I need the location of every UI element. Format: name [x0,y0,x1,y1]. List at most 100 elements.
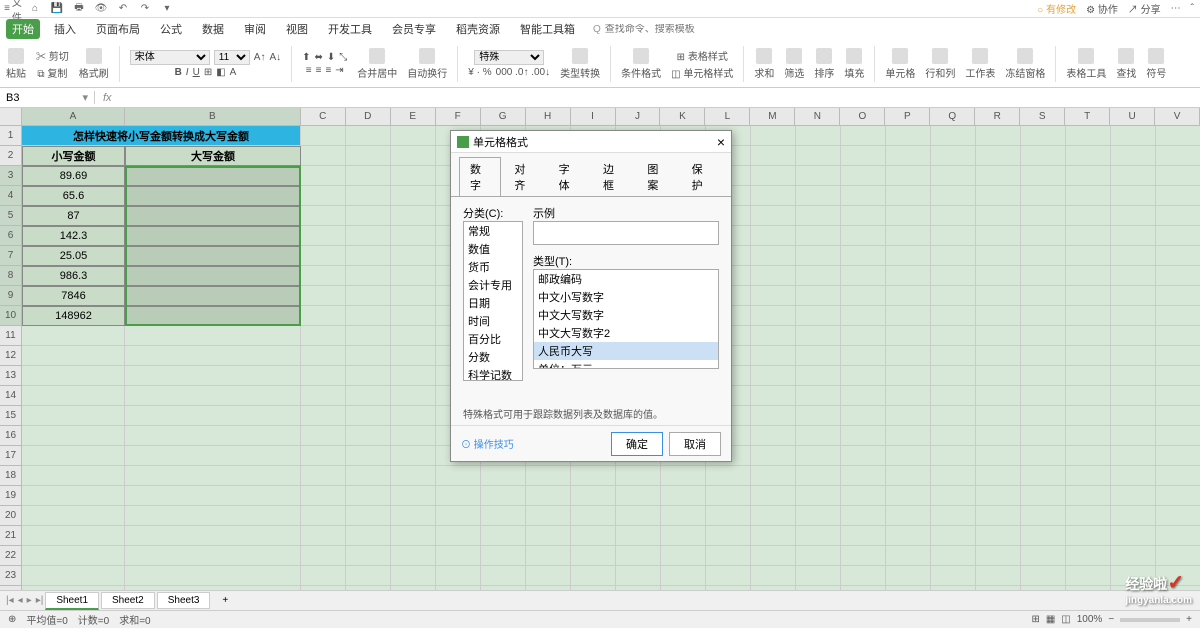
dlg-tab-5[interactable]: 保护 [681,157,723,197]
underline-button[interactable]: U [193,67,200,78]
cell-C22[interactable] [301,546,346,566]
cell-O3[interactable] [841,166,886,186]
cell-E1[interactable] [391,126,436,146]
cell-I22[interactable] [571,546,616,566]
cell-O4[interactable] [841,186,886,206]
cell-N16[interactable] [796,426,841,446]
tab-data[interactable]: 数据 [196,19,230,39]
cell-U14[interactable] [1111,386,1156,406]
cell-J20[interactable] [616,506,661,526]
cell-U5[interactable] [1111,206,1156,226]
cell-C19[interactable] [301,486,346,506]
cell-B18[interactable] [125,466,301,486]
cell-T22[interactable] [1066,546,1111,566]
symbol-button[interactable]: 符号 [1146,48,1166,80]
cell-A2[interactable]: 小写金额 [22,146,125,166]
sheet-tab-1[interactable]: Sheet1 [45,592,99,610]
tips-link[interactable]: ⊙ 操作技巧 [461,436,514,451]
cell-M6[interactable] [751,226,796,246]
format-painter[interactable]: 格式刷 [79,48,109,80]
cell-S4[interactable] [1021,186,1066,206]
cell-O5[interactable] [841,206,886,226]
cell-T7[interactable] [1066,246,1111,266]
cell-B3[interactable] [125,166,301,186]
cell-F18[interactable] [436,466,481,486]
cell-C8[interactable] [301,266,346,286]
cell-D23[interactable] [346,566,391,586]
tab-dev[interactable]: 开发工具 [322,19,378,39]
cell-R16[interactable] [976,426,1021,446]
cell-E19[interactable] [391,486,436,506]
cell-V20[interactable] [1156,506,1200,526]
cell-D17[interactable] [346,446,391,466]
cell-N5[interactable] [796,206,841,226]
cell-O1[interactable] [841,126,886,146]
cell-P12[interactable] [886,346,931,366]
cell-R21[interactable] [976,526,1021,546]
dlg-tab-1[interactable]: 对齐 [503,157,545,197]
cell-V22[interactable] [1156,546,1200,566]
cell-V16[interactable] [1156,426,1200,446]
cell-D18[interactable] [346,466,391,486]
cell-R4[interactable] [976,186,1021,206]
cell-A12[interactable] [22,346,125,366]
cell-U2[interactable] [1111,146,1156,166]
cell-E16[interactable] [391,426,436,446]
cell-R13[interactable] [976,366,1021,386]
cat-item-2[interactable]: 货币 [464,258,522,276]
cell-M2[interactable] [751,146,796,166]
cell-C14[interactable] [301,386,346,406]
cell-M9[interactable] [751,286,796,306]
cell-M10[interactable] [751,306,796,326]
cell-K21[interactable] [661,526,706,546]
cell-S15[interactable] [1021,406,1066,426]
cell-J22[interactable] [616,546,661,566]
cell-S18[interactable] [1021,466,1066,486]
cell-D8[interactable] [346,266,391,286]
cell-S13[interactable] [1021,366,1066,386]
cell-O17[interactable] [841,446,886,466]
cell-A14[interactable] [22,386,125,406]
cell-button[interactable]: 单元格 [885,48,915,80]
cell-A16[interactable] [22,426,125,446]
cell-N6[interactable] [796,226,841,246]
cell-N12[interactable] [796,346,841,366]
cell-Q18[interactable] [931,466,976,486]
cell-E2[interactable] [391,146,436,166]
cell-V6[interactable] [1156,226,1200,246]
cell-B15[interactable] [125,406,301,426]
cell-V12[interactable] [1156,346,1200,366]
cell-Q8[interactable] [931,266,976,286]
cell-T5[interactable] [1066,206,1111,226]
sheet-tab-2[interactable]: Sheet2 [101,592,155,609]
sheet-tab-3[interactable]: Sheet3 [157,592,211,609]
cell-R18[interactable] [976,466,1021,486]
cell-Q4[interactable] [931,186,976,206]
cell-R10[interactable] [976,306,1021,326]
col-header-V[interactable]: V [1155,108,1200,126]
fx-icon[interactable]: fx [95,92,120,104]
col-header-N[interactable]: N [795,108,840,126]
fill-color-button[interactable]: ◧ [216,67,225,78]
cell-T18[interactable] [1066,466,1111,486]
cell-E15[interactable] [391,406,436,426]
cell-B19[interactable] [125,486,301,506]
dlg-tab-2[interactable]: 字体 [548,157,590,197]
cat-item-5[interactable]: 时间 [464,312,522,330]
numfmt-select[interactable]: 特殊 [474,50,544,65]
cell-R2[interactable] [976,146,1021,166]
cell-M3[interactable] [751,166,796,186]
cell-U15[interactable] [1111,406,1156,426]
row-header-21[interactable]: 21 [0,526,22,546]
cell-D6[interactable] [346,226,391,246]
col-header-J[interactable]: J [616,108,661,126]
cell-D16[interactable] [346,426,391,446]
cell-E22[interactable] [391,546,436,566]
col-header-M[interactable]: M [750,108,795,126]
cell-F22[interactable] [436,546,481,566]
shrink-font-icon[interactable]: A↓ [269,52,281,63]
cell-N18[interactable] [796,466,841,486]
cell-B11[interactable] [125,326,301,346]
cell-O14[interactable] [841,386,886,406]
cell-G23[interactable] [481,566,526,586]
